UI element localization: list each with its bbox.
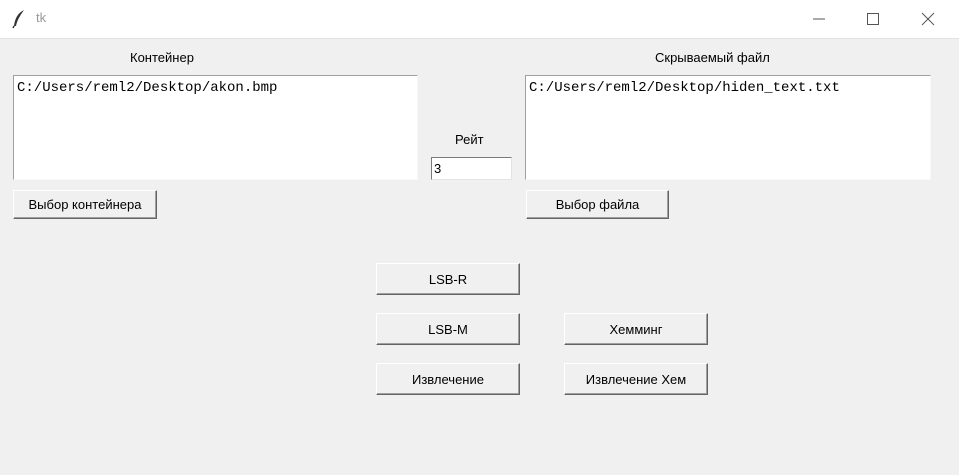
maximize-button[interactable] — [850, 0, 896, 38]
title-bar[interactable]: tk — [0, 0, 959, 39]
container-path-field[interactable]: C:/Users/reml2/Desktop/akon.bmp — [13, 75, 418, 180]
window-title: tk — [36, 10, 47, 25]
close-button[interactable] — [905, 0, 951, 38]
minimize-icon — [813, 18, 825, 20]
feather-icon — [12, 9, 26, 29]
maximize-icon — [867, 13, 879, 25]
select-container-button[interactable]: Выбор контейнера — [13, 190, 157, 219]
extract-hamming-button[interactable]: Извлечение Хем — [564, 363, 708, 395]
extract-button[interactable]: Извлечение — [376, 363, 520, 395]
hidden-file-path-field[interactable]: C:/Users/reml2/Desktop/hiden_text.txt — [525, 75, 931, 180]
rate-label: Рейт — [455, 132, 484, 147]
container-label: Контейнер — [130, 50, 194, 65]
close-icon — [921, 12, 935, 26]
minimize-button[interactable] — [796, 0, 842, 38]
rate-input[interactable]: 3 — [431, 157, 512, 180]
lsb-m-button[interactable]: LSB-M — [376, 313, 520, 345]
lsb-r-button[interactable]: LSB-R — [376, 263, 520, 295]
hidden-file-label: Скрываемый файл — [655, 50, 770, 65]
hamming-button[interactable]: Хемминг — [564, 313, 708, 345]
select-file-button[interactable]: Выбор файла — [526, 190, 669, 219]
